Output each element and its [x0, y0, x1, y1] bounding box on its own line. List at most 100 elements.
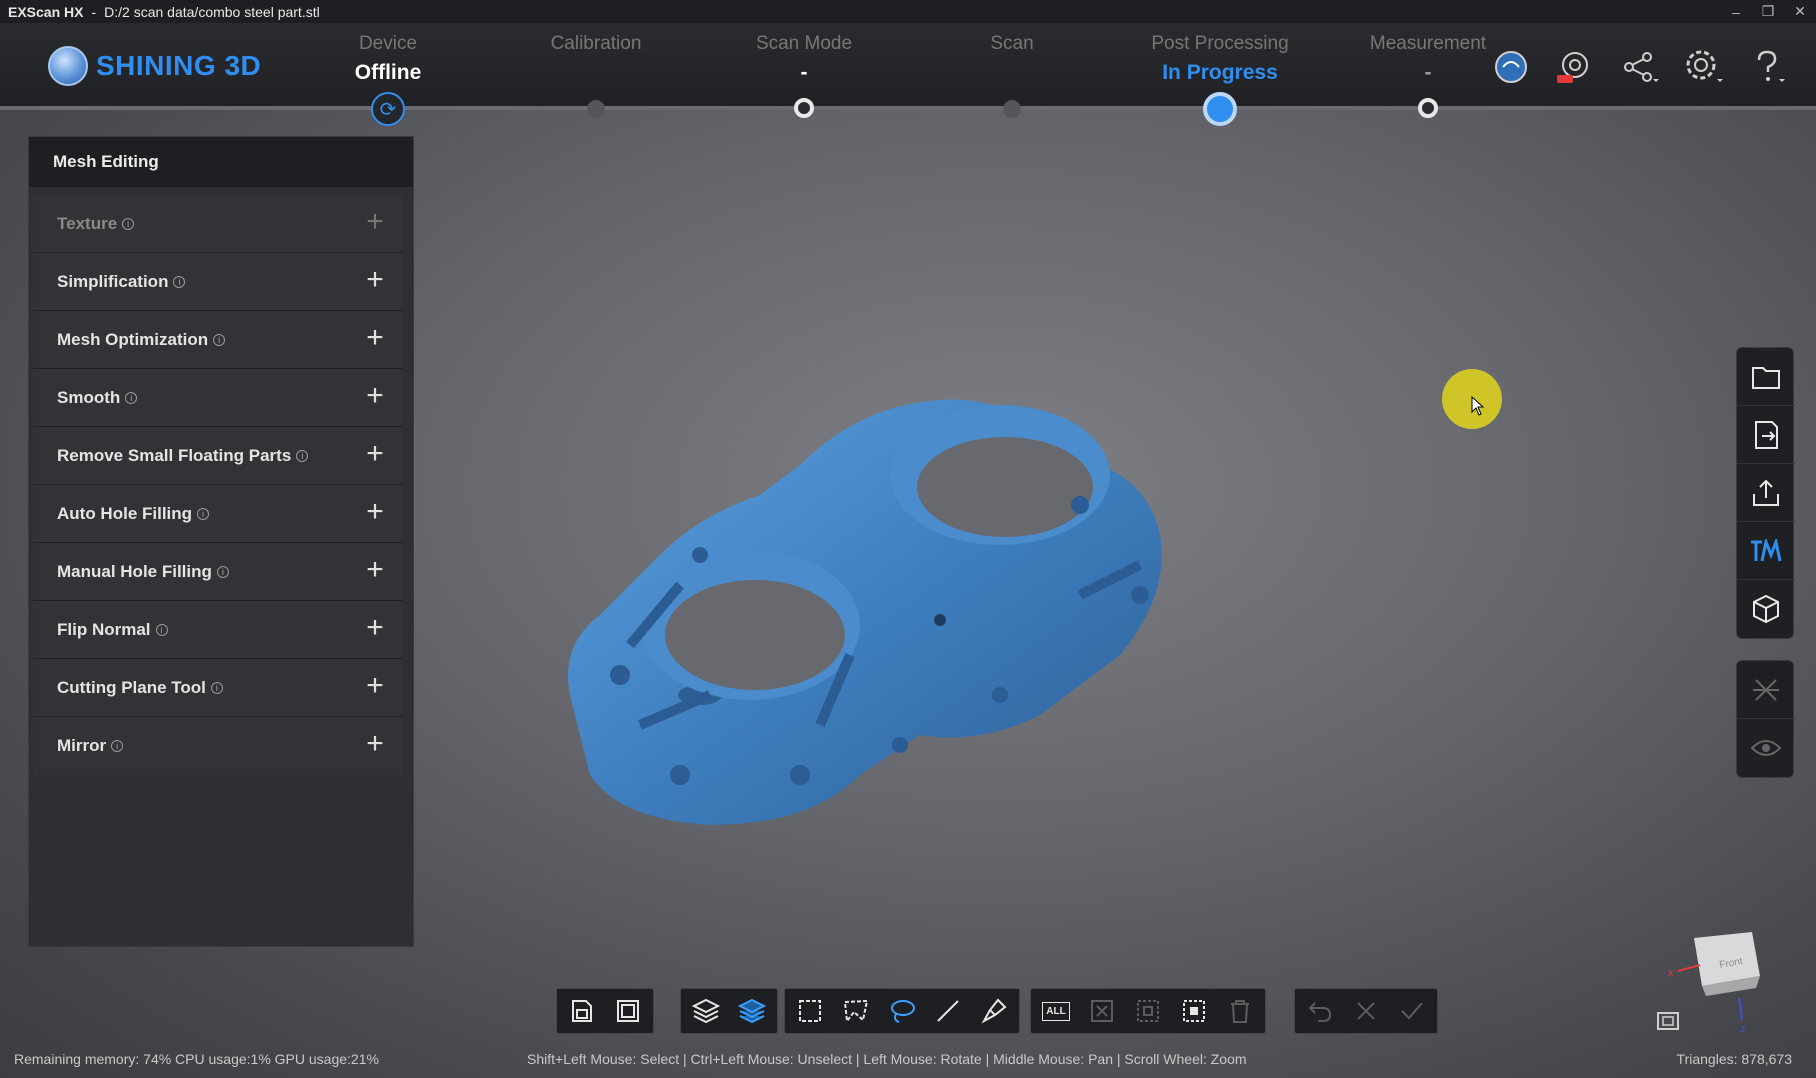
title-separator: -: [91, 3, 97, 20]
upload-icon[interactable]: [1737, 464, 1795, 522]
info-icon[interactable]: i: [111, 740, 124, 752]
step-value: In Progress: [1162, 61, 1278, 84]
panel-item-label: Manual Hole Filling: [57, 561, 212, 581]
status-hints: Shift+Left Mouse: Select | Ctrl+Left Mou…: [527, 1051, 1247, 1067]
expand-icon[interactable]: +: [363, 729, 387, 759]
info-icon[interactable]: i: [210, 681, 223, 694]
brush-select-icon[interactable]: [971, 989, 1017, 1033]
file-path: D:/2 scan data/combo steel part.stl: [104, 3, 320, 20]
polygon-select-icon[interactable]: [833, 989, 879, 1033]
share-icon[interactable]: [1618, 46, 1660, 88]
step-post-processing[interactable]: Post Processing In Progress: [1120, 33, 1320, 85]
step-dot-measurement: [1418, 98, 1438, 118]
step-scan[interactable]: Scan: [912, 33, 1112, 85]
info-icon[interactable]: i: [125, 391, 138, 404]
info-icon[interactable]: i: [173, 275, 186, 288]
panel-item-label: Texture: [57, 213, 118, 233]
info-icon[interactable]: i: [296, 449, 309, 462]
expand-icon[interactable]: +: [363, 323, 387, 353]
model-icon[interactable]: [1490, 46, 1532, 88]
logo-icon: [48, 46, 88, 86]
step-dot-post-processing: [1203, 92, 1237, 126]
undo-icon[interactable]: [1297, 989, 1343, 1033]
panel-item-smooth[interactable]: Smooth i +: [33, 369, 403, 427]
selection-mode-tools: [680, 988, 778, 1034]
info-icon[interactable]: i: [197, 507, 210, 520]
export-icon[interactable]: [1737, 406, 1795, 464]
expand-icon[interactable]: +: [363, 207, 387, 237]
view-tools: [556, 988, 654, 1034]
info-icon[interactable]: i: [213, 333, 226, 346]
panel-title: Mesh Editing: [29, 137, 413, 187]
expand-icon[interactable]: +: [363, 265, 387, 295]
cancel-icon[interactable]: [1343, 989, 1389, 1033]
axis-z-label: z: [1740, 1023, 1746, 1035]
progress-track: [0, 106, 1816, 110]
expand-icon[interactable]: +: [363, 671, 387, 701]
line-select-icon[interactable]: [925, 989, 971, 1033]
tm-brand-icon[interactable]: [1737, 522, 1795, 580]
expand-icon[interactable]: +: [363, 555, 387, 585]
invert-selection-icon[interactable]: [1171, 989, 1217, 1033]
rectangle-select-icon[interactable]: [787, 989, 833, 1033]
panel-item-label: Flip Normal: [57, 619, 151, 639]
expand-icon[interactable]: +: [363, 381, 387, 411]
select-all-icon[interactable]: ALL: [1033, 989, 1079, 1033]
panel-item-flip-normal[interactable]: Flip Normal i +: [33, 601, 403, 659]
panel-item-mesh-optimization[interactable]: Mesh Optimization i +: [33, 311, 403, 369]
panel-item-label: Simplification: [57, 271, 169, 291]
app-name: EXScan HX: [8, 3, 84, 20]
cube-view-icon[interactable]: [1737, 580, 1795, 638]
info-icon[interactable]: i: [155, 623, 168, 636]
step-value: Offline: [354, 61, 422, 84]
panel-item-mirror[interactable]: Mirror i +: [33, 717, 403, 775]
align-icon[interactable]: [1737, 661, 1795, 719]
minimize-button[interactable]: –: [1720, 0, 1752, 23]
panel-item-manual-hole-filling[interactable]: Manual Hole Filling i +: [33, 543, 403, 601]
mesh-model[interactable]: [560, 395, 1220, 835]
panel-item-cutting-plane-tool[interactable]: Cutting Plane Tool i +: [33, 659, 403, 717]
selection-shape-tools: [784, 988, 1020, 1034]
status-resources: Remaining memory: 74% CPU usage:1% GPU u…: [14, 1051, 379, 1067]
logo: SHINING 3D: [48, 46, 261, 86]
apply-icon[interactable]: [1389, 989, 1435, 1033]
expand-icon[interactable]: +: [363, 613, 387, 643]
step-scan-mode[interactable]: Scan Mode -: [704, 33, 904, 85]
open-folder-icon[interactable]: [1737, 348, 1795, 406]
through-select-icon[interactable]: [729, 989, 775, 1033]
front-view-icon[interactable]: [559, 989, 605, 1033]
deselect-icon[interactable]: [1079, 989, 1125, 1033]
step-calibration[interactable]: Calibration: [496, 33, 696, 85]
expand-icon[interactable]: +: [363, 439, 387, 469]
info-icon[interactable]: i: [122, 217, 135, 230]
eye-icon[interactable]: [1737, 719, 1795, 777]
fit-view-icon[interactable]: [605, 989, 651, 1033]
history-tools: [1294, 988, 1438, 1034]
close-button[interactable]: ✕: [1784, 0, 1816, 23]
panel-item-texture[interactable]: Texture i +: [33, 195, 403, 253]
info-icon[interactable]: i: [216, 565, 229, 578]
settings-icon[interactable]: [1682, 46, 1724, 88]
step-device[interactable]: Device Offline: [288, 33, 488, 85]
refresh-icon[interactable]: ⟳: [371, 92, 405, 126]
expand-icon[interactable]: +: [363, 497, 387, 527]
reset-view-icon[interactable]: [1656, 1010, 1680, 1032]
step-dot-scan-mode: [794, 98, 814, 118]
panel-item-remove-small-floating-parts[interactable]: Remove Small Floating Parts i +: [33, 427, 403, 485]
step-value: [496, 61, 696, 85]
expand-selection-icon[interactable]: [1125, 989, 1171, 1033]
step-label: Scan: [990, 33, 1034, 54]
step-dot-calibration: [587, 100, 605, 118]
panel-item-auto-hole-filling[interactable]: Auto Hole Filling i +: [33, 485, 403, 543]
step-label: Scan Mode: [755, 33, 853, 54]
header-icons: [1490, 46, 1788, 88]
layers-icon[interactable]: [683, 989, 729, 1033]
maximize-button[interactable]: ❐: [1752, 0, 1784, 23]
delete-selection-icon[interactable]: [1217, 989, 1263, 1033]
panel-item-simplification[interactable]: Simplification i +: [33, 253, 403, 311]
panel-item-label: Remove Small Floating Parts: [57, 445, 292, 465]
new-service-icon[interactable]: [1554, 46, 1596, 88]
cursor-icon: [1471, 396, 1485, 416]
help-icon[interactable]: [1746, 46, 1788, 88]
lasso-select-icon[interactable]: [879, 989, 925, 1033]
